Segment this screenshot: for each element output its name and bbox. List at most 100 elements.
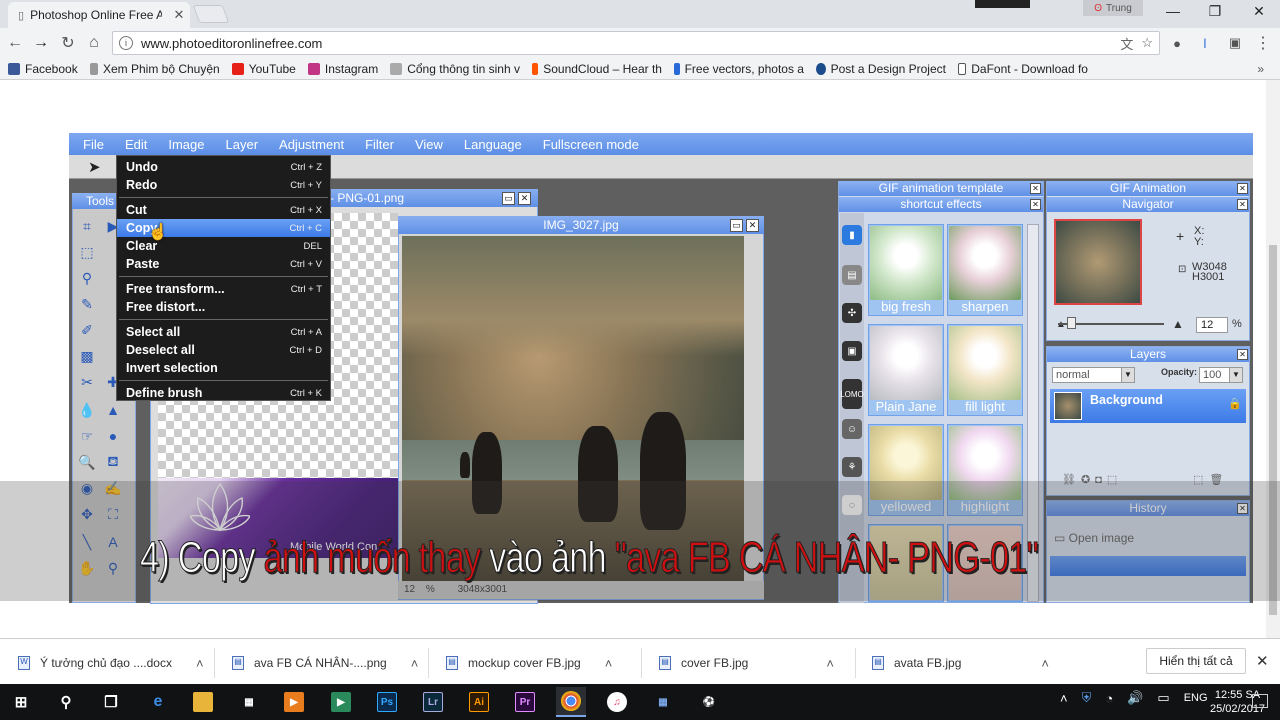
- store-icon[interactable]: ▦: [234, 687, 264, 717]
- calculator-icon[interactable]: ▦: [648, 687, 678, 717]
- bookmark-youtube[interactable]: YouTube: [231, 62, 296, 76]
- edge-icon[interactable]: e: [143, 687, 173, 717]
- reload-icon[interactable]: ↻: [57, 32, 79, 54]
- app-icon[interactable]: ⚽: [694, 687, 724, 717]
- task-view-icon[interactable]: ❐: [96, 687, 126, 717]
- menu-file[interactable]: File: [83, 137, 104, 152]
- maximize-doc-icon[interactable]: ▭: [502, 192, 515, 205]
- move-tool-icon[interactable]: ➤: [88, 158, 101, 176]
- chevron-down-icon[interactable]: ▼: [1121, 368, 1134, 382]
- info-icon[interactable]: i: [119, 36, 133, 50]
- zoom-slider-handle[interactable]: [1067, 317, 1076, 329]
- chevron-up-icon[interactable]: ˄: [1041, 656, 1049, 671]
- menu-adjustment[interactable]: Adjustment: [279, 137, 344, 152]
- navigator-thumbnail[interactable]: [1054, 219, 1142, 305]
- shield-icon[interactable]: ⛨: [1082, 690, 1092, 706]
- itunes-icon[interactable]: ♫: [602, 687, 632, 717]
- lasso-tool-icon[interactable]: ⚲: [77, 268, 97, 288]
- zoom-input[interactable]: 12: [1196, 317, 1228, 333]
- extension-icon[interactable]: ▣: [1224, 32, 1246, 54]
- close-doc-icon[interactable]: ✕: [518, 192, 531, 205]
- category-icon[interactable]: LOMO: [840, 379, 864, 409]
- pencil-tool-icon[interactable]: ✎: [77, 294, 97, 314]
- menu-layer[interactable]: Layer: [226, 137, 259, 152]
- menu-item-select-all[interactable]: Select all Ctrl + A: [117, 323, 330, 341]
- menu-edit[interactable]: Edit: [125, 137, 147, 152]
- effect-sharpen[interactable]: sharpen: [947, 224, 1023, 316]
- notification-icon[interactable]: [1252, 694, 1268, 708]
- close-panel-icon[interactable]: ✕: [1237, 349, 1248, 360]
- fill-tool-icon[interactable]: ⛾: [103, 452, 123, 472]
- chrome-icon[interactable]: [556, 687, 586, 717]
- menu-item-paste[interactable]: Paste Ctrl + V: [117, 255, 330, 273]
- chevron-up-icon[interactable]: ˄: [1060, 691, 1068, 706]
- bookmark-instagram[interactable]: Instagram: [307, 62, 378, 76]
- illustrator-icon[interactable]: Ai: [464, 687, 494, 717]
- menu-item-define-brush[interactable]: Define brush Ctrl + K: [117, 384, 330, 402]
- category-icon[interactable]: ⚘: [842, 457, 862, 477]
- chevron-up-icon[interactable]: ˄: [196, 656, 204, 671]
- chevron-up-icon[interactable]: ˄: [411, 656, 419, 671]
- message-icon[interactable]: ▭: [1157, 690, 1169, 706]
- marquee-tool-icon[interactable]: ⬚: [77, 242, 97, 262]
- camtasia-icon[interactable]: ▶: [326, 687, 356, 717]
- menu-filter[interactable]: Filter: [365, 137, 394, 152]
- premiere-icon[interactable]: Pr: [510, 687, 540, 717]
- download-item[interactable]: ▤ cover FB.jpg ˄: [659, 648, 834, 678]
- menu-item-redo[interactable]: Redo Ctrl + Y: [117, 176, 330, 194]
- browser-tab[interactable]: ▯ Photoshop Online Free A ✕: [8, 2, 190, 28]
- category-icon[interactable]: ▮: [842, 225, 862, 245]
- bookmark-congthongtin[interactable]: Cổng thông tin sinh v: [390, 62, 520, 76]
- category-icon[interactable]: ☺: [842, 419, 862, 439]
- back-icon[interactable]: ←: [4, 32, 26, 54]
- category-icon[interactable]: ▣: [842, 341, 862, 361]
- maximize-button[interactable]: ❐: [1192, 0, 1238, 22]
- photoshop-icon[interactable]: Ps: [372, 687, 402, 717]
- menu-icon[interactable]: ⋮: [1252, 32, 1274, 54]
- bookmark-phim[interactable]: Xem Phim bộ Chuyện: [89, 62, 220, 76]
- home-icon[interactable]: ⌂: [83, 32, 105, 54]
- start-icon[interactable]: ⊞: [6, 687, 36, 717]
- menu-item-deselect-all[interactable]: Deselect all Ctrl + D: [117, 341, 330, 359]
- gradient-tool-icon[interactable]: ▩: [77, 346, 97, 366]
- bookmark-design[interactable]: Post a Design Project: [815, 62, 946, 76]
- drop-tool-icon[interactable]: 💧: [77, 400, 97, 420]
- file-explorer-icon[interactable]: [188, 687, 218, 717]
- address-bar[interactable]: i www.photoeditoronlinefree.com 文 ☆: [112, 31, 1160, 55]
- media-player-icon[interactable]: ▶: [279, 687, 309, 717]
- menu-item-cut[interactable]: Cut Ctrl + X: [117, 201, 330, 219]
- extension-icon[interactable]: ●: [1166, 32, 1188, 54]
- bookmark-dafont[interactable]: DaFont - Download fo: [957, 62, 1088, 76]
- sponge-tool-icon[interactable]: ●: [103, 426, 123, 446]
- zoom-tool-icon[interactable]: 🔍: [77, 452, 97, 472]
- menu-item-undo[interactable]: Undo Ctrl + Z: [117, 158, 330, 176]
- close-panel-icon[interactable]: ✕: [1030, 183, 1041, 194]
- crop-tool-icon[interactable]: ⌗: [77, 216, 97, 236]
- effect-big-fresh[interactable]: big fresh: [868, 224, 944, 316]
- download-item[interactable]: ▤ ava FB CÁ NHÂN-....png ˄: [232, 648, 418, 678]
- close-downloads-icon[interactable]: ✕: [1256, 652, 1269, 670]
- close-panel-icon[interactable]: ✕: [1237, 199, 1248, 210]
- download-item[interactable]: ▤ mockup cover FB.jpg ˄: [446, 648, 612, 678]
- more-bookmarks-icon[interactable]: »: [1257, 62, 1264, 76]
- menu-view[interactable]: View: [415, 137, 443, 152]
- lock-icon[interactable]: 🔒: [1228, 397, 1242, 410]
- smudge-tool-icon[interactable]: ☞: [77, 426, 97, 446]
- extension-icon[interactable]: ǀ: [1194, 32, 1216, 54]
- bookmark-freevectors[interactable]: Free vectors, photos a: [673, 62, 804, 76]
- sharpen-tool-icon[interactable]: ▲: [103, 400, 123, 420]
- forward-icon[interactable]: →: [30, 32, 52, 54]
- bookmark-facebook[interactable]: Facebook: [8, 62, 78, 76]
- category-icon[interactable]: ▤: [842, 265, 862, 285]
- close-doc-icon[interactable]: ✕: [746, 219, 759, 232]
- menu-item-free-transform[interactable]: Free transform... Ctrl + T: [117, 280, 330, 298]
- volume-icon[interactable]: 🔊: [1127, 690, 1143, 706]
- bookmark-soundcloud[interactable]: SoundCloud – Hear th: [531, 62, 662, 76]
- chevron-up-icon[interactable]: ˄: [605, 656, 613, 671]
- profile-button[interactable]: ʘ Trung: [1083, 0, 1143, 16]
- brush-tool-icon[interactable]: ✐: [77, 320, 97, 340]
- chevron-down-icon[interactable]: ▼: [1229, 368, 1242, 382]
- close-panel-icon[interactable]: ✕: [1030, 199, 1041, 210]
- close-tab-icon[interactable]: ✕: [168, 7, 190, 23]
- search-icon[interactable]: ⚲: [51, 687, 81, 717]
